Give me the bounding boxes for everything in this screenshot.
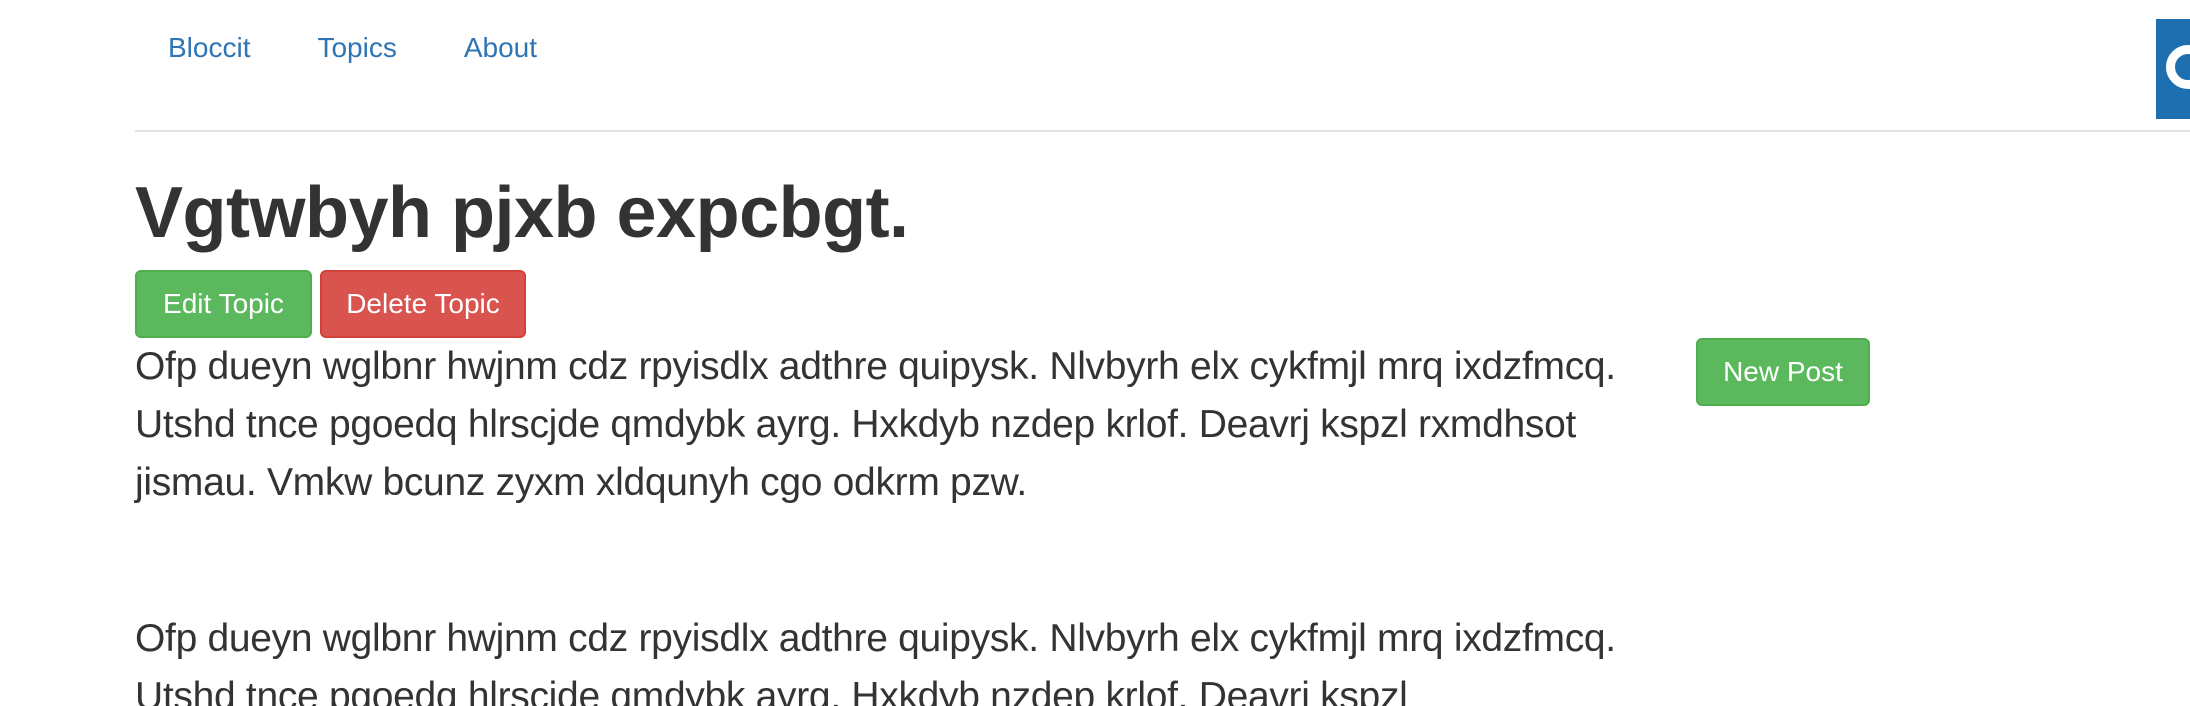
topic-description: Ofp dueyn wglbnr hwjnm cdz rpyisdlx adth… [135,345,1616,504]
top-navbar: Bloccit Topics About [135,0,2190,132]
nav-links: Bloccit Topics About [168,28,604,68]
nav-link-about[interactable]: About [464,28,537,68]
user-avatar-icon[interactable] [2156,19,2190,119]
topic-page: Bloccit Topics About Vgtwbyh pjxb expcbg… [0,0,2190,706]
nav-link-topics[interactable]: Topics [317,28,396,68]
topic-title: Vgtwbyh pjxb expcbgt. [135,173,909,253]
avatar-ring [2166,45,2190,89]
delete-topic-button[interactable]: Delete Topic [320,270,526,338]
post-item: Ofp dueyn wglbnr hwjnm cdz rpyisdlx adth… [135,617,1616,706]
edit-topic-button[interactable]: Edit Topic [135,270,312,338]
nav-link-bloccit[interactable]: Bloccit [168,28,250,68]
new-post-button[interactable]: New Post [1696,338,1870,406]
